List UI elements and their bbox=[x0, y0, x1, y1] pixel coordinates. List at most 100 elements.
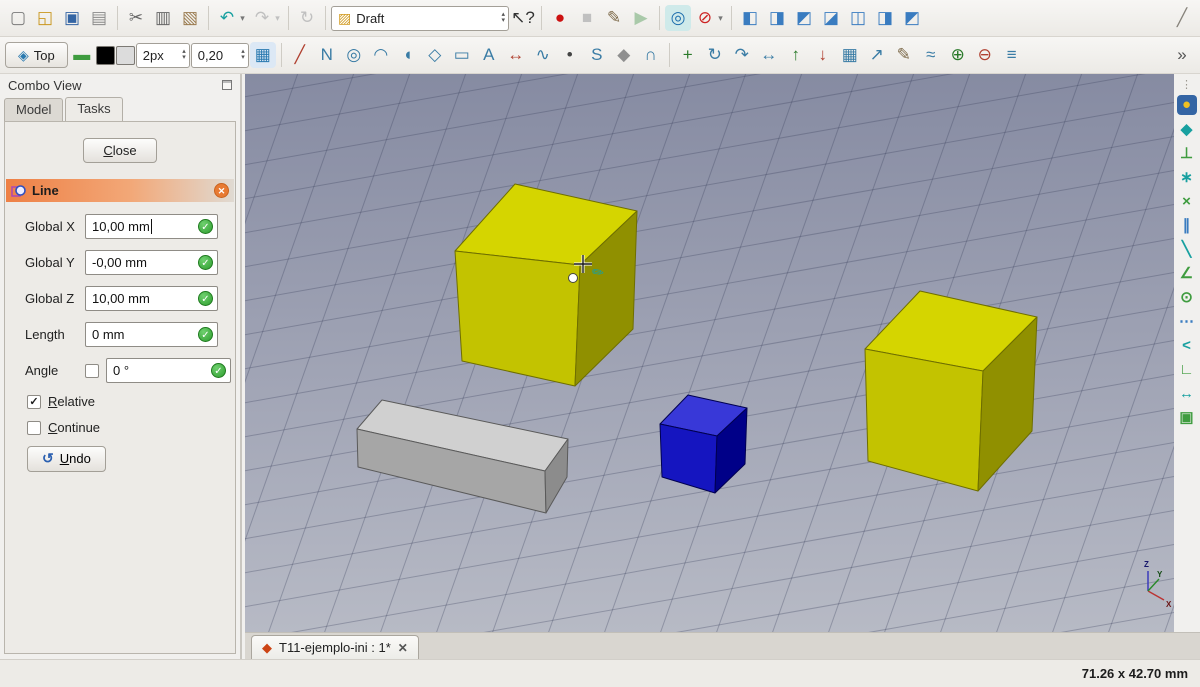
whats-this-icon[interactable]: ↖? bbox=[510, 5, 536, 31]
working-plane-button[interactable]: ◈Top bbox=[5, 42, 68, 68]
draft-rectangle-icon[interactable]: ▭ bbox=[449, 42, 475, 68]
view-rear-icon[interactable]: ◫ bbox=[845, 5, 871, 31]
view-front-icon[interactable]: ◨ bbox=[764, 5, 790, 31]
float-panel-icon[interactable] bbox=[222, 80, 232, 90]
yellow-cube-left[interactable] bbox=[455, 184, 637, 386]
snap-center-icon[interactable]: ⊙ bbox=[1175, 286, 1199, 309]
snap-ortho-icon[interactable]: ∟ bbox=[1175, 358, 1199, 381]
draft-scale-icon[interactable]: ↗ bbox=[864, 42, 890, 68]
snap-perpendicular-icon[interactable]: ⊥ bbox=[1175, 142, 1199, 165]
draft-facebinder-icon[interactable]: ◆ bbox=[611, 42, 637, 68]
draft-wire-icon[interactable]: N bbox=[314, 42, 340, 68]
task-close-icon[interactable]: ✕ bbox=[214, 183, 229, 198]
snap-endpoint-icon[interactable]: ◆ bbox=[1175, 118, 1199, 141]
print-icon[interactable]: ▤ bbox=[86, 5, 112, 31]
3d-viewport[interactable]: ✎ Z Y X bbox=[245, 74, 1174, 632]
open-document-icon[interactable]: ◱ bbox=[32, 5, 58, 31]
snap-working-plane-icon[interactable]: ▣ bbox=[1175, 406, 1199, 429]
line-style-icon[interactable]: ▬ bbox=[69, 42, 95, 68]
draft-polygon-icon[interactable]: ◇ bbox=[422, 42, 448, 68]
relative-checkbox[interactable]: ✓ bbox=[27, 395, 41, 409]
draft-offset-icon[interactable]: ↷ bbox=[729, 42, 755, 68]
angle-input[interactable]: 0 ° ✓ bbox=[106, 358, 231, 383]
draft-wire-to-bspline-icon[interactable]: ≈ bbox=[918, 42, 944, 68]
cut-icon[interactable]: ✂ bbox=[123, 5, 149, 31]
view-top-icon[interactable]: ◩ bbox=[791, 5, 817, 31]
task-section-header[interactable]: Line ✕ bbox=[6, 179, 234, 202]
draft-shapestring-icon[interactable]: S bbox=[584, 42, 610, 68]
view-left-icon[interactable]: ◩ bbox=[899, 5, 925, 31]
snap-angle-icon[interactable]: ∠ bbox=[1175, 262, 1199, 285]
draft-ellipse-icon[interactable]: ◖ bbox=[395, 42, 421, 68]
text-scale-spin-arrows[interactable]: ▴▾ bbox=[241, 49, 245, 61]
draft-trimex-icon[interactable]: ↔ bbox=[756, 42, 782, 68]
macro-edit-icon[interactable]: ✎ bbox=[601, 5, 627, 31]
snap-intersection-icon[interactable]: × bbox=[1175, 190, 1199, 213]
document-tab-close-icon[interactable]: ✕ bbox=[398, 641, 408, 655]
draft-line-icon[interactable]: ╱ bbox=[287, 42, 313, 68]
view-axonometric-icon[interactable]: ◧ bbox=[737, 5, 763, 31]
draft-upgrade-icon[interactable]: ↑ bbox=[783, 42, 809, 68]
draft-move-icon[interactable]: + bbox=[675, 42, 701, 68]
paste-icon[interactable]: ▧ bbox=[177, 5, 203, 31]
tab-tasks[interactable]: Tasks bbox=[65, 97, 122, 121]
global-z-input[interactable]: 10,00 mm ✓ bbox=[85, 286, 218, 311]
macro-stop-icon[interactable]: ■ bbox=[574, 5, 600, 31]
view-bottom-icon[interactable]: ◨ bbox=[872, 5, 898, 31]
snap-lock-icon[interactable]: ● bbox=[1177, 95, 1197, 115]
draft-dimension-icon[interactable]: ↔ bbox=[503, 42, 529, 68]
tab-model[interactable]: Model bbox=[4, 98, 63, 121]
continue-checkbox[interactable] bbox=[27, 421, 41, 435]
redo-dropdown-arrow[interactable]: ▾ bbox=[272, 5, 283, 31]
copy-icon[interactable]: ▥ bbox=[150, 5, 176, 31]
draft-rotate-icon[interactable]: ↻ bbox=[702, 42, 728, 68]
macro-record-icon[interactable]: ● bbox=[547, 5, 573, 31]
yellow-cube-right[interactable] bbox=[865, 291, 1037, 491]
text-scale-spin[interactable]: 0,20▴▾ bbox=[191, 43, 249, 68]
snap-dimensions-icon[interactable]: ↔ bbox=[1175, 382, 1199, 405]
undo-dropdown-arrow[interactable]: ▾ bbox=[237, 5, 248, 31]
snap-extension-icon[interactable]: ╲ bbox=[1175, 238, 1199, 261]
close-task-button[interactable]: Close bbox=[83, 138, 156, 163]
toolbar-grip[interactable]: ⋮ bbox=[1181, 80, 1192, 92]
snap-parallel-icon[interactable]: ∥ bbox=[1175, 214, 1199, 237]
draft-arc-icon[interactable]: ◠ bbox=[368, 42, 394, 68]
macro-execute-icon[interactable]: ▶ bbox=[628, 5, 654, 31]
view-right-icon[interactable]: ◪ bbox=[818, 5, 844, 31]
draft-add-point-icon[interactable]: ⊕ bbox=[945, 42, 971, 68]
draft-layers-icon[interactable]: ≡ bbox=[999, 42, 1025, 68]
draft-array-icon[interactable]: ▦ bbox=[837, 42, 863, 68]
gray-box[interactable] bbox=[357, 400, 568, 513]
measure-distance-icon[interactable]: ╱ bbox=[1169, 5, 1195, 31]
blue-cube[interactable] bbox=[660, 395, 747, 493]
draft-bspline-icon[interactable]: ∿ bbox=[530, 42, 556, 68]
undo-button[interactable]: ↺ Undo bbox=[27, 446, 106, 472]
line-width-select-arrows[interactable]: ▴▾ bbox=[182, 49, 186, 61]
toolbar-overflow-icon[interactable]: » bbox=[1169, 42, 1195, 68]
draw-style-dropdown-arrow[interactable]: ▾ bbox=[715, 5, 726, 31]
global-y-input[interactable]: -0,00 mm ✓ bbox=[85, 250, 218, 275]
draft-text-icon[interactable]: A bbox=[476, 42, 502, 68]
angle-checkbox[interactable] bbox=[85, 364, 99, 378]
draft-circle-icon[interactable]: ◎ bbox=[341, 42, 367, 68]
document-tab[interactable]: ◆ T11-ejemplo-ini : 1* ✕ bbox=[251, 635, 419, 659]
global-x-input[interactable]: 10,00 mm ✓ bbox=[85, 214, 218, 239]
refresh-icon[interactable]: ↻ bbox=[294, 5, 320, 31]
fit-all-icon[interactable]: ◎ bbox=[665, 5, 691, 31]
length-input[interactable]: 0 mm ✓ bbox=[85, 322, 218, 347]
workbench-selector[interactable]: ▨Draft▴▾ bbox=[331, 6, 509, 31]
line-width-select[interactable]: 2px▴▾ bbox=[136, 43, 190, 68]
draft-bezcurve-icon[interactable]: ∩ bbox=[638, 42, 664, 68]
draft-downgrade-icon[interactable]: ↓ bbox=[810, 42, 836, 68]
workbench-selector-arrows[interactable]: ▴▾ bbox=[501, 12, 505, 24]
new-document-icon[interactable]: ▢ bbox=[5, 5, 31, 31]
draft-edit-icon[interactable]: ✎ bbox=[891, 42, 917, 68]
line-color-swatch[interactable] bbox=[96, 46, 115, 65]
autogroup-icon[interactable]: ▦ bbox=[250, 42, 276, 68]
snap-special-icon[interactable]: ⋯ bbox=[1175, 310, 1199, 333]
draft-point-icon[interactable]: • bbox=[557, 42, 583, 68]
snap-near-icon[interactable]: < bbox=[1175, 334, 1199, 357]
face-color-swatch[interactable] bbox=[116, 46, 135, 65]
save-document-icon[interactable]: ▣ bbox=[59, 5, 85, 31]
snap-grid-icon[interactable]: ∗ bbox=[1175, 166, 1199, 189]
